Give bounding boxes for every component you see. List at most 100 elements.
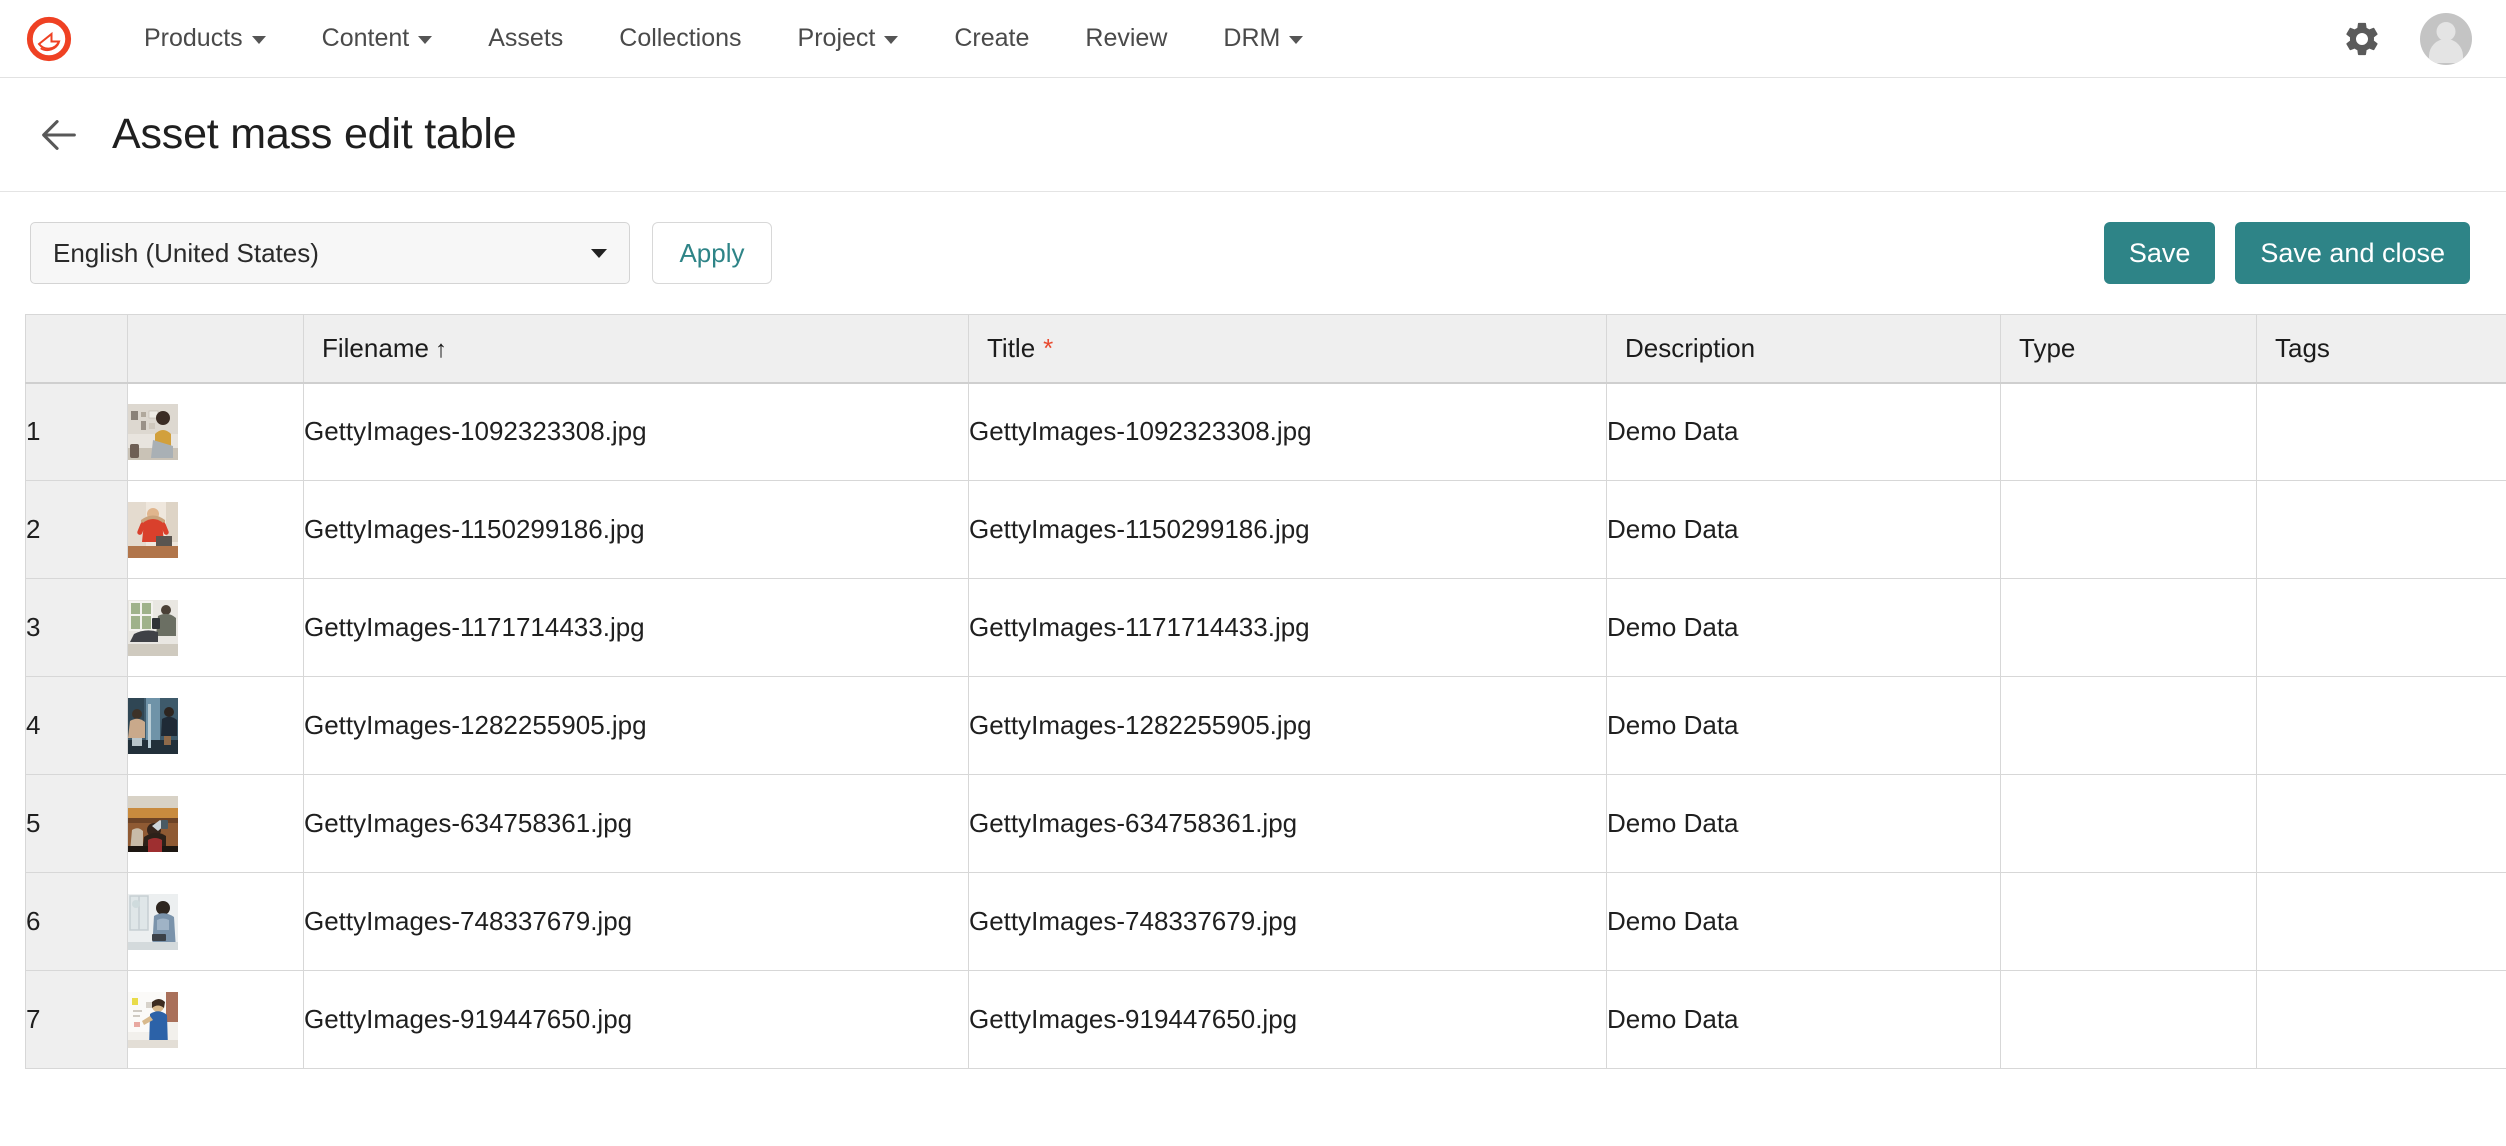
column-header-filename-label: Filename (322, 332, 429, 363)
thumbnail-image (128, 697, 178, 754)
row-title[interactable]: GettyImages-1150299186.jpg (968, 480, 1607, 579)
nav-right-actions (2342, 12, 2472, 65)
chevron-down-icon (591, 248, 607, 258)
row-type[interactable] (2000, 578, 2257, 677)
asset-thumbnail (128, 599, 178, 656)
column-header-tags[interactable]: Tags (2256, 314, 2506, 384)
row-type[interactable] (2000, 872, 2257, 971)
row-type[interactable] (2000, 676, 2257, 775)
row-thumbnail-cell[interactable] (127, 578, 304, 677)
row-tags[interactable] (2256, 970, 2506, 1069)
row-title[interactable]: GettyImages-1171714433.jpg (968, 578, 1607, 677)
row-filename[interactable]: GettyImages-919447650.jpg (303, 970, 969, 1069)
brand-ring-logo (26, 16, 72, 61)
table-header-row: Filename ↑ Title * Description Type Tags (25, 314, 2506, 384)
row-number: 3 (25, 578, 128, 677)
row-thumbnail-cell[interactable] (127, 872, 304, 971)
nav-item-label: Products (144, 24, 243, 52)
row-description[interactable]: Demo Data (1606, 872, 2001, 971)
table-row: 7 GettyImages-919447650.jpg GettyImages-… (25, 970, 2506, 1069)
row-type[interactable] (2000, 970, 2257, 1069)
thumbnail-image (128, 991, 178, 1048)
column-header-description[interactable]: Description (1606, 314, 2001, 384)
nav-item-label: Collections (619, 24, 742, 52)
row-filename[interactable]: GettyImages-748337679.jpg (303, 872, 969, 971)
nav-item-label: Content (321, 24, 410, 52)
save-button[interactable]: Save (2103, 222, 2216, 284)
row-number: 6 (25, 872, 128, 971)
thumbnail-image (128, 599, 178, 656)
row-thumbnail-cell[interactable] (127, 480, 304, 579)
column-header-filename[interactable]: Filename ↑ (303, 314, 969, 384)
row-description[interactable]: Demo Data (1606, 676, 2001, 775)
asset-table-container: Filename ↑ Title * Description Type Tags 1 (0, 314, 2506, 1069)
asset-mass-edit-table: Filename ↑ Title * Description Type Tags 1 (25, 314, 2506, 1069)
row-tags[interactable] (2256, 382, 2506, 481)
row-number: 2 (25, 480, 128, 579)
nav-menu: Products Content Assets Collections Proj… (116, 16, 2342, 61)
apply-button[interactable]: Apply (652, 222, 772, 284)
asset-thumbnail (128, 893, 178, 950)
row-filename[interactable]: GettyImages-634758361.jpg (303, 774, 969, 873)
save-and-close-button[interactable]: Save and close (2235, 222, 2470, 284)
row-type[interactable] (2000, 480, 2257, 579)
column-header-number (25, 314, 128, 384)
nav-item-project[interactable]: Project (770, 16, 927, 61)
row-thumbnail-cell[interactable] (127, 382, 304, 481)
row-number: 5 (25, 774, 128, 873)
asset-thumbnail (128, 795, 178, 852)
sort-ascending-icon: ↑ (434, 335, 447, 363)
row-title[interactable]: GettyImages-1282255905.jpg (968, 676, 1607, 775)
row-tags[interactable] (2256, 676, 2506, 775)
row-description[interactable]: Demo Data (1606, 970, 2001, 1069)
nav-item-drm[interactable]: DRM (1195, 16, 1331, 61)
nav-item-create[interactable]: Create (926, 16, 1057, 61)
table-row: 4 GettyImages-1282255905.jpg GettyImages… (25, 676, 2506, 775)
row-title[interactable]: GettyImages-919447650.jpg (968, 970, 1607, 1069)
row-tags[interactable] (2256, 480, 2506, 579)
table-header: Filename ↑ Title * Description Type Tags (25, 314, 2506, 384)
row-title[interactable]: GettyImages-748337679.jpg (968, 872, 1607, 971)
row-filename[interactable]: GettyImages-1150299186.jpg (303, 480, 969, 579)
column-header-title[interactable]: Title * (968, 314, 1607, 384)
row-tags[interactable] (2256, 578, 2506, 677)
row-thumbnail-cell[interactable] (127, 970, 304, 1069)
gear-icon[interactable] (2342, 19, 2382, 59)
table-row: 6 GettyImages-748337679.jpg GettyImages-… (25, 872, 2506, 971)
nav-item-content[interactable]: Content (294, 16, 461, 61)
nav-item-products[interactable]: Products (116, 16, 294, 61)
nav-item-review[interactable]: Review (1057, 16, 1195, 61)
brand-logo[interactable] (20, 10, 78, 68)
row-title[interactable]: GettyImages-634758361.jpg (968, 774, 1607, 873)
row-description[interactable]: Demo Data (1606, 578, 2001, 677)
nav-item-assets[interactable]: Assets (460, 16, 591, 61)
row-number: 7 (25, 970, 128, 1069)
back-arrow-icon[interactable] (36, 112, 82, 158)
row-filename[interactable]: GettyImages-1171714433.jpg (303, 578, 969, 677)
column-header-type[interactable]: Type (2000, 314, 2257, 384)
row-number: 1 (25, 382, 128, 481)
row-thumbnail-cell[interactable] (127, 774, 304, 873)
avatar-body-icon (2429, 38, 2463, 63)
table-row: 5 GettyImages-634758361.jpg GettyImages-… (25, 774, 2506, 873)
table-row: 3 GettyImages-1171714433.jpg GettyImages… (25, 578, 2506, 677)
row-description[interactable]: Demo Data (1606, 382, 2001, 481)
row-description[interactable]: Demo Data (1606, 774, 2001, 873)
row-type[interactable] (2000, 774, 2257, 873)
row-filename[interactable]: GettyImages-1092323308.jpg (303, 382, 969, 481)
row-filename[interactable]: GettyImages-1282255905.jpg (303, 676, 969, 775)
user-avatar[interactable] (2420, 12, 2472, 65)
row-title[interactable]: GettyImages-1092323308.jpg (968, 382, 1607, 481)
language-select[interactable]: English (United States) (30, 222, 630, 284)
row-thumbnail-cell[interactable] (127, 676, 304, 775)
chevron-down-icon (884, 36, 899, 44)
asset-thumbnail (128, 991, 178, 1048)
row-description[interactable]: Demo Data (1606, 480, 2001, 579)
nav-item-collections[interactable]: Collections (591, 16, 769, 61)
row-tags[interactable] (2256, 774, 2506, 873)
chevron-down-icon (251, 36, 266, 44)
row-tags[interactable] (2256, 872, 2506, 971)
row-type[interactable] (2000, 382, 2257, 481)
table-row: 2 GettyImages-1150299186.jpg GettyImages… (25, 480, 2506, 579)
nav-item-label: Assets (488, 24, 564, 52)
